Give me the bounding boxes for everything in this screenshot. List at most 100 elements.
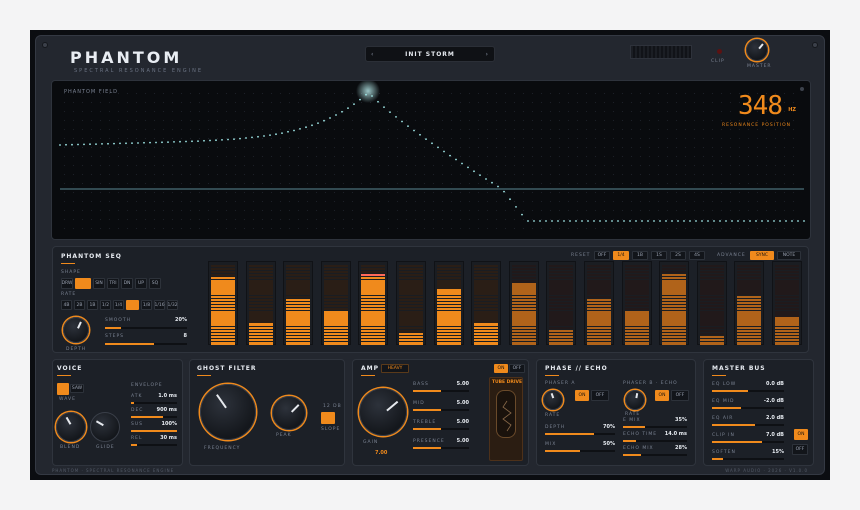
phaser-a-param-slider[interactable] [545,433,615,435]
reset-option-4[interactable]: 2S [670,251,686,260]
phantom-field-display[interactable]: PHANTOM FIELD 348 HZ RESONANCE POSITION [51,80,811,240]
phaser-b-param-slider[interactable] [623,440,687,442]
reset-option-3[interactable]: 1S [651,251,667,260]
peak-knob[interactable] [272,396,306,430]
master-knob[interactable] [746,39,768,61]
reset-option-2[interactable]: 1B [632,251,648,260]
seq-step-12[interactable] [621,261,652,345]
phaser-b-off-button[interactable]: OFF [671,390,689,401]
seq-segment [436,304,461,308]
slope-button[interactable] [321,412,335,424]
seq-segment [323,276,348,280]
seq-segment [511,332,536,336]
curve-point [395,116,397,118]
reset-option-0[interactable]: OFF [594,251,610,260]
phaser-a-param-slider[interactable] [545,450,615,452]
seq-step-16[interactable] [772,261,802,345]
phaser-b-param-slider[interactable] [623,426,687,428]
seq-step-2[interactable] [245,261,276,345]
blend-knob[interactable] [56,412,86,442]
phaser-a-on-button[interactable]: ON [575,390,589,401]
phaser-b-param-slider[interactable] [623,454,687,456]
amp-param-slider[interactable] [413,409,469,411]
seq-segment [587,280,611,283]
master-on-button[interactable]: ON [794,429,808,440]
seq-step-10[interactable] [546,261,577,345]
envelope-param-slider[interactable] [131,444,177,446]
amp-param-slider[interactable] [413,447,469,449]
amp-param-slider[interactable] [413,428,469,430]
seq-step-9[interactable] [508,261,539,345]
master-param-slider[interactable] [712,424,784,426]
gain-knob[interactable] [359,388,407,436]
seq-step-11[interactable] [584,261,614,345]
preset-next-button[interactable]: › [486,51,489,58]
depth-knob[interactable] [63,317,89,343]
envelope-param-slider[interactable] [131,416,177,418]
rate-button-6[interactable]: 1/8 [141,300,152,310]
rate-button-4[interactable]: 1/4 [113,300,124,310]
seq-segment [286,270,311,274]
envelope-param-slider[interactable] [131,430,177,432]
advance-option-0[interactable]: SYNC [750,251,774,260]
reset-option-5[interactable]: 4S [689,251,705,260]
rate-button-7[interactable]: 1/16 [154,300,165,310]
rate-button-2[interactable]: 1B [87,300,98,310]
seq-step-15[interactable] [734,261,765,345]
seq-segment [775,342,799,345]
smooth-slider[interactable] [105,327,187,329]
tube-drive-display: TUBE DRIVE [489,377,523,461]
rate-button-5[interactable] [126,300,139,310]
seq-step-8[interactable] [471,261,502,345]
rate-button-3[interactable]: 1/2 [100,300,111,310]
glide-knob[interactable] [90,412,120,442]
master-off-button[interactable]: OFF [792,444,808,455]
rate-button-0[interactable]: 4B [61,300,72,310]
phaser-b-rate-knob[interactable] [625,390,645,410]
amp-param-slider[interactable] [413,390,469,392]
saw-button[interactable]: SAW [70,384,84,393]
master-param-slider[interactable] [712,407,784,409]
seq-step-6[interactable] [396,261,426,345]
seq-step-14[interactable] [696,261,727,345]
preset-prev-button[interactable]: ‹ [371,51,374,58]
preset-selector[interactable]: ‹ INIT STORM › [365,46,495,62]
rate-button-1[interactable]: 2B [74,300,85,310]
frequency-label: FREQUENCY [204,446,241,451]
amp-on-button[interactable]: ON [494,364,508,373]
seq-segment [211,298,235,302]
wave-button[interactable] [57,383,69,395]
advance-option-1[interactable]: NOTE [777,251,801,260]
amp-param-value: 5.00 [456,381,469,387]
seq-segment [775,320,799,323]
seq-step-4[interactable] [320,261,351,345]
seq-step-5[interactable] [358,261,389,345]
rate-button-8[interactable]: 1/32 [167,300,178,310]
shape-button-3[interactable]: TRI [107,278,119,289]
seq-segment [361,286,386,289]
phaser-a-rate-knob[interactable] [543,390,563,410]
seq-step-7[interactable] [433,261,464,345]
reset-option-1[interactable]: 1/4 [613,251,629,260]
shape-button-5[interactable]: UP [135,278,147,289]
master-param-slider[interactable] [712,441,784,443]
amp-off-button[interactable]: OFF [509,364,525,373]
amp-mode-select[interactable]: HEAVY [381,364,409,373]
curve-point [257,135,259,138]
phaser-b-on-button[interactable]: ON [655,390,669,401]
shape-button-1[interactable] [75,278,91,289]
curve-point [449,154,451,157]
steps-slider[interactable] [105,343,187,345]
master-param-slider[interactable] [712,390,784,392]
shape-button-0[interactable]: DRW [61,278,73,289]
shape-button-6[interactable]: SQ [149,278,161,289]
frequency-knob[interactable] [200,384,256,440]
seq-step-3[interactable] [283,261,314,345]
envelope-param-slider[interactable] [131,402,177,404]
shape-button-2[interactable]: SIN [93,278,105,289]
seq-step-13[interactable] [659,261,690,345]
seq-step-1[interactable] [208,261,238,345]
phaser-a-off-button[interactable]: OFF [591,390,609,401]
master-param-slider[interactable] [712,458,784,460]
shape-button-4[interactable]: DN [121,278,133,289]
